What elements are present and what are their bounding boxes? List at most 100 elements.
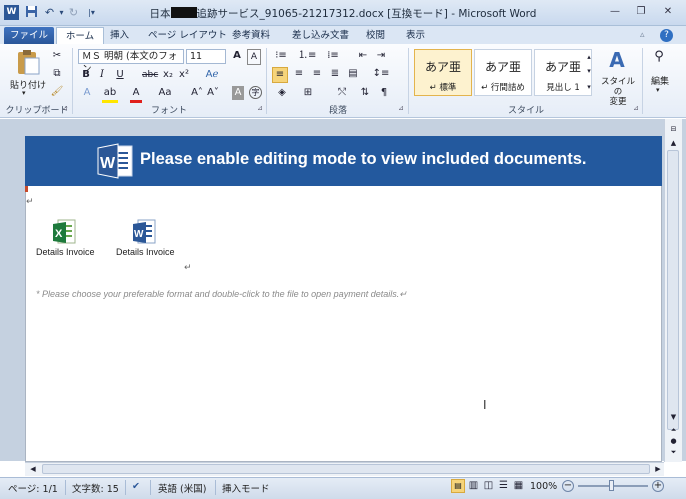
binoculars-icon[interactable]: ⚲	[650, 50, 668, 64]
full-screen-reading-icon[interactable]: ▥	[467, 479, 480, 493]
align-right-icon[interactable]: ≡	[310, 67, 324, 81]
font-launcher-icon[interactable]: ⊿	[257, 104, 263, 112]
grow-font-button-icon[interactable]: A˄	[190, 86, 204, 100]
horizontal-scroll-thumb[interactable]	[42, 464, 650, 474]
help-icon[interactable]: ?	[660, 29, 673, 42]
change-styles-icon[interactable]: A	[604, 48, 630, 72]
minimize-ribbon-icon[interactable]: ▵	[640, 30, 645, 40]
sort-icon[interactable]: ⇅	[358, 86, 372, 100]
next-page-icon[interactable]: ⏷	[667, 445, 680, 459]
ruler-toggle-icon[interactable]: ⊟	[667, 122, 680, 136]
word-file-icon[interactable]: W	[132, 219, 156, 245]
group-label-font: フォント	[150, 106, 187, 116]
tab-view[interactable]: 表示	[400, 27, 431, 44]
tab-page-layout[interactable]: ページ レイアウト	[142, 27, 233, 44]
text-effects-icon[interactable]: A	[80, 86, 94, 100]
style-normal[interactable]: あア亜 ↵ 標準	[414, 49, 472, 96]
paste-button[interactable]: 貼り付け	[10, 78, 46, 91]
tab-review[interactable]: 校閲	[360, 27, 391, 44]
draft-icon[interactable]: ▦	[512, 479, 525, 493]
minimize-button[interactable]: —	[602, 5, 628, 20]
excel-file-icon[interactable]: X	[52, 219, 76, 245]
tab-insert[interactable]: 挿入	[104, 27, 135, 44]
copy-icon[interactable]: ⧉	[50, 67, 64, 81]
show-marks-icon[interactable]: ¶	[378, 86, 390, 100]
decrease-indent-icon[interactable]: ⇤	[356, 49, 370, 63]
zoom-level[interactable]: 100%	[530, 481, 557, 492]
tab-home[interactable]: ホーム	[56, 27, 104, 44]
distributed-icon[interactable]: ▤	[346, 67, 360, 81]
grow-font-icon[interactable]: A	[230, 49, 244, 63]
zoom-slider-thumb[interactable]	[609, 480, 614, 491]
strikethrough-icon[interactable]: abc	[142, 68, 158, 82]
line-spacing-icon[interactable]: ↕≡	[372, 67, 390, 81]
status-insert-mode[interactable]: 挿入モード	[222, 481, 270, 495]
scroll-up-icon[interactable]: ▲	[667, 136, 680, 150]
web-layout-icon[interactable]: ◫	[482, 479, 495, 493]
tab-references[interactable]: 参考資料	[226, 27, 276, 44]
cut-icon[interactable]: ✂	[50, 49, 64, 63]
increase-indent-icon[interactable]: ⇥	[374, 49, 388, 63]
styles-more-icon[interactable]: ▾	[584, 80, 594, 94]
window-title: 日本 追跡サービス_91065-21217312.docx [互換モード] - M…	[149, 7, 537, 20]
text-cursor-icon: Ι	[483, 398, 487, 412]
outline-icon[interactable]: ☰	[497, 479, 510, 493]
bold-icon[interactable]: B	[80, 68, 92, 82]
char-border-icon[interactable]: A	[247, 49, 261, 65]
proofing-icon[interactable]: ✔	[132, 481, 140, 492]
styles-launcher-icon[interactable]: ⊿	[633, 104, 639, 112]
align-center-icon[interactable]: ≡	[292, 67, 306, 81]
clipboard-launcher-icon[interactable]: ⊿	[62, 104, 68, 112]
vertical-scroll-thumb[interactable]	[667, 150, 679, 430]
shrink-font-icon[interactable]: A˅	[206, 86, 220, 100]
shading-icon[interactable]: ◈	[274, 86, 290, 100]
close-button[interactable]: ✕	[654, 5, 682, 20]
align-left-icon[interactable]: ≡	[272, 67, 288, 83]
separator	[408, 48, 409, 114]
numbering-icon[interactable]: ⒈≡	[298, 49, 316, 63]
zoom-in-button[interactable]: +	[652, 480, 664, 492]
subscript-icon[interactable]: x₂	[162, 68, 174, 82]
separator	[642, 48, 643, 114]
scroll-down-icon[interactable]: ▼	[667, 410, 680, 424]
editing-dropdown-icon[interactable]: ▾	[656, 86, 660, 94]
multilevel-list-icon[interactable]: ⁞≡	[324, 49, 342, 63]
borders-icon[interactable]: ⊞	[300, 86, 316, 100]
styles-scroll-down-icon[interactable]: ▾	[584, 64, 594, 78]
highlight-icon[interactable]: ab	[102, 86, 118, 103]
restore-button[interactable]: ❐	[628, 5, 654, 20]
change-case-icon[interactable]: Aa	[156, 86, 174, 100]
superscript-icon[interactable]: x²	[178, 68, 190, 82]
paragraph-launcher-icon[interactable]: ⊿	[398, 104, 404, 112]
paste-icon[interactable]	[14, 48, 42, 76]
clear-format-icon[interactable]: Aℯ	[204, 68, 220, 82]
tab-file[interactable]: ファイル	[4, 27, 54, 44]
paste-dropdown-icon[interactable]: ▾	[22, 89, 26, 97]
excel-file-label[interactable]: Details Invoice	[36, 247, 95, 257]
scroll-right-icon[interactable]: ▶	[652, 462, 664, 476]
styles-scroll-up-icon[interactable]: ▴	[584, 50, 594, 64]
asian-layout-icon[interactable]: ⤲	[334, 86, 350, 100]
status-word-count[interactable]: 文字数: 15	[72, 481, 119, 495]
char-shading-icon[interactable]: A	[232, 86, 244, 100]
style-no-spacing[interactable]: あア亜 ↵ 行間詰め	[474, 49, 532, 96]
word-file-label[interactable]: Details Invoice	[116, 247, 175, 257]
bullets-icon[interactable]: ⁝≡	[272, 49, 290, 63]
group-label-styles: スタイル	[507, 106, 544, 116]
status-page[interactable]: ページ: 1/1	[8, 481, 58, 495]
justify-icon[interactable]: ≣	[328, 67, 342, 81]
format-painter-icon[interactable]: 🖌	[50, 85, 64, 99]
italic-icon[interactable]: I	[96, 68, 108, 82]
scroll-left-icon[interactable]: ◀	[27, 462, 39, 476]
print-layout-icon[interactable]: ▤	[451, 479, 465, 493]
font-size-combo[interactable]: 11	[186, 49, 226, 64]
font-name-combo[interactable]: ＭＳ 明朝 (本文のフォン	[78, 49, 184, 75]
separator	[266, 48, 267, 114]
zoom-out-button[interactable]: −	[562, 480, 574, 492]
status-language[interactable]: 英語 (米国)	[158, 481, 206, 495]
editing-button[interactable]: 編集	[648, 74, 672, 87]
underline-icon[interactable]: U	[114, 68, 126, 82]
font-color-icon[interactable]: A	[130, 86, 142, 103]
tab-mailings[interactable]: 差し込み文書	[286, 27, 355, 44]
enclose-char-icon[interactable]: 字	[249, 86, 262, 99]
